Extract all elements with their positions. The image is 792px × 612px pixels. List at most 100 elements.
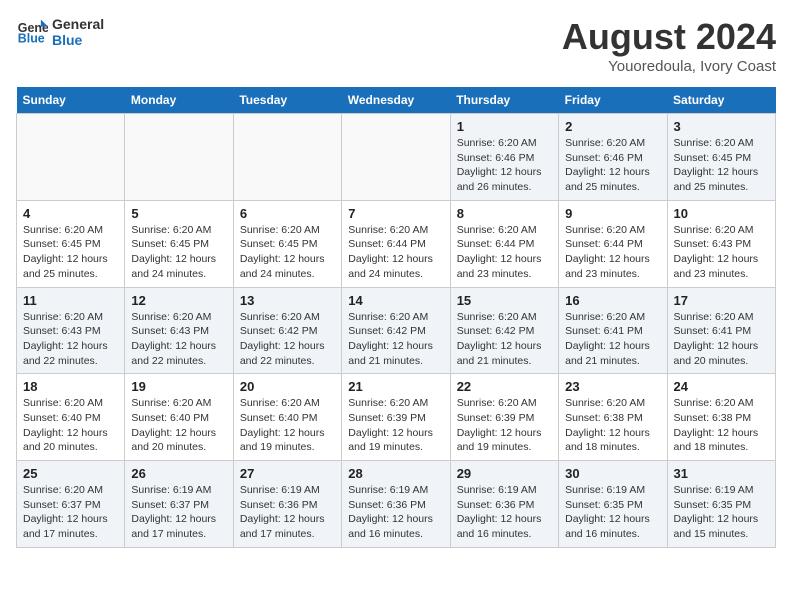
calendar-cell xyxy=(17,114,125,201)
day-info: Sunrise: 6:20 AM Sunset: 6:40 PM Dayligh… xyxy=(23,396,118,455)
day-number: 16 xyxy=(565,293,660,308)
calendar-week-1: 1Sunrise: 6:20 AM Sunset: 6:46 PM Daylig… xyxy=(17,114,776,201)
day-number: 7 xyxy=(348,206,443,221)
day-number: 15 xyxy=(457,293,552,308)
day-number: 18 xyxy=(23,379,118,394)
day-number: 5 xyxy=(131,206,226,221)
day-info: Sunrise: 6:20 AM Sunset: 6:41 PM Dayligh… xyxy=(674,310,769,369)
day-info: Sunrise: 6:20 AM Sunset: 6:39 PM Dayligh… xyxy=(457,396,552,455)
day-info: Sunrise: 6:20 AM Sunset: 6:42 PM Dayligh… xyxy=(457,310,552,369)
calendar-cell: 28Sunrise: 6:19 AM Sunset: 6:36 PM Dayli… xyxy=(342,461,450,548)
subtitle: Youoredoula, Ivory Coast xyxy=(562,58,776,75)
calendar-body: 1Sunrise: 6:20 AM Sunset: 6:46 PM Daylig… xyxy=(17,114,776,548)
day-number: 24 xyxy=(674,379,769,394)
calendar-cell: 23 Sunrise: 6:20 AM Sunset: 6:38 PM Dayli… xyxy=(559,374,667,461)
day-number: 9 xyxy=(565,206,660,221)
day-info: Sunrise: 6:20 AM Sunset: 6:43 PM Dayligh… xyxy=(674,223,769,282)
day-number: 11 xyxy=(23,293,118,308)
calendar-week-5: 25 Sunrise: 6:20 AM Sunset: 6:37 PM Dayli… xyxy=(17,461,776,548)
calendar-cell: 29 Sunrise: 6:19 AM Sunset: 6:36 PM Dayli… xyxy=(450,461,558,548)
day-info: Sunrise: 6:20 AM Sunset: 6:37 PM Dayligh… xyxy=(23,483,118,542)
svg-text:Blue: Blue xyxy=(18,32,45,46)
day-info: Sunrise: 6:20 AM Sunset: 6:45 PM Dayligh… xyxy=(23,223,118,282)
day-info: Sunrise: 6:20 AM Sunset: 6:42 PM Dayligh… xyxy=(348,310,443,369)
day-info: Sunrise: 6:20 AM Sunset: 6:44 PM Dayligh… xyxy=(457,223,552,282)
calendar-cell: 3 Sunrise: 6:20 AM Sunset: 6:45 PM Daylig… xyxy=(667,114,775,201)
day-number: 27 xyxy=(240,466,335,481)
day-info: Sunrise: 6:19 AM Sunset: 6:36 PM Dayligh… xyxy=(457,483,552,542)
day-info: Sunrise: 6:20 AM Sunset: 6:44 PM Dayligh… xyxy=(565,223,660,282)
calendar-cell: 8 Sunrise: 6:20 AM Sunset: 6:44 PM Daylig… xyxy=(450,200,558,287)
calendar-cell: 15 Sunrise: 6:20 AM Sunset: 6:42 PM Dayli… xyxy=(450,287,558,374)
day-info: Sunrise: 6:19 AM Sunset: 6:36 PM Dayligh… xyxy=(348,483,443,542)
day-info: Sunrise: 6:19 AM Sunset: 6:35 PM Dayligh… xyxy=(565,483,660,542)
calendar-table: SundayMondayTuesdayWednesdayThursdayFrid… xyxy=(16,87,776,548)
day-number: 19 xyxy=(131,379,226,394)
calendar-cell: 18 Sunrise: 6:20 AM Sunset: 6:40 PM Dayli… xyxy=(17,374,125,461)
calendar-week-3: 11 Sunrise: 6:20 AM Sunset: 6:43 PM Dayli… xyxy=(17,287,776,374)
day-info: Sunrise: 6:20 AM Sunset: 6:45 PM Dayligh… xyxy=(674,136,769,195)
day-number: 10 xyxy=(674,206,769,221)
calendar-week-2: 4 Sunrise: 6:20 AM Sunset: 6:45 PM Daylig… xyxy=(17,200,776,287)
calendar-cell xyxy=(233,114,341,201)
calendar-cell: 16Sunrise: 6:20 AM Sunset: 6:41 PM Dayli… xyxy=(559,287,667,374)
day-info: Sunrise: 6:20 AM Sunset: 6:43 PM Dayligh… xyxy=(23,310,118,369)
day-number: 31 xyxy=(674,466,769,481)
day-info: Sunrise: 6:20 AM Sunset: 6:46 PM Dayligh… xyxy=(565,136,660,195)
day-number: 23 xyxy=(565,379,660,394)
day-number: 22 xyxy=(457,379,552,394)
calendar-cell: 1Sunrise: 6:20 AM Sunset: 6:46 PM Daylig… xyxy=(450,114,558,201)
calendar-cell: 10 Sunrise: 6:20 AM Sunset: 6:43 PM Dayli… xyxy=(667,200,775,287)
title-block: August 2024 Youoredoula, Ivory Coast xyxy=(562,16,776,75)
calendar-cell: 22 Sunrise: 6:20 AM Sunset: 6:39 PM Dayli… xyxy=(450,374,558,461)
day-number: 20 xyxy=(240,379,335,394)
calendar-cell: 6 Sunrise: 6:20 AM Sunset: 6:45 PM Daylig… xyxy=(233,200,341,287)
day-info: Sunrise: 6:20 AM Sunset: 6:39 PM Dayligh… xyxy=(348,396,443,455)
day-info: Sunrise: 6:20 AM Sunset: 6:45 PM Dayligh… xyxy=(240,223,335,282)
calendar-cell: 4 Sunrise: 6:20 AM Sunset: 6:45 PM Daylig… xyxy=(17,200,125,287)
day-number: 4 xyxy=(23,206,118,221)
main-title: August 2024 xyxy=(562,16,776,58)
day-number: 13 xyxy=(240,293,335,308)
day-info: Sunrise: 6:19 AM Sunset: 6:35 PM Dayligh… xyxy=(674,483,769,542)
calendar-cell xyxy=(125,114,233,201)
day-number: 30 xyxy=(565,466,660,481)
day-info: Sunrise: 6:20 AM Sunset: 6:38 PM Dayligh… xyxy=(565,396,660,455)
day-info: Sunrise: 6:20 AM Sunset: 6:40 PM Dayligh… xyxy=(131,396,226,455)
day-info: Sunrise: 6:20 AM Sunset: 6:40 PM Dayligh… xyxy=(240,396,335,455)
logo-blue: Blue xyxy=(52,32,104,48)
calendar-cell: 24Sunrise: 6:20 AM Sunset: 6:38 PM Dayli… xyxy=(667,374,775,461)
calendar-cell: 2 Sunrise: 6:20 AM Sunset: 6:46 PM Daylig… xyxy=(559,114,667,201)
calendar-cell: 14Sunrise: 6:20 AM Sunset: 6:42 PM Dayli… xyxy=(342,287,450,374)
day-number: 3 xyxy=(674,119,769,134)
calendar-cell xyxy=(342,114,450,201)
calendar-cell: 13Sunrise: 6:20 AM Sunset: 6:42 PM Dayli… xyxy=(233,287,341,374)
day-info: Sunrise: 6:20 AM Sunset: 6:45 PM Dayligh… xyxy=(131,223,226,282)
day-number: 29 xyxy=(457,466,552,481)
calendar-cell: 9 Sunrise: 6:20 AM Sunset: 6:44 PM Daylig… xyxy=(559,200,667,287)
day-number: 2 xyxy=(565,119,660,134)
calendar-cell: 17 Sunrise: 6:20 AM Sunset: 6:41 PM Dayli… xyxy=(667,287,775,374)
calendar-cell: 26Sunrise: 6:19 AM Sunset: 6:37 PM Dayli… xyxy=(125,461,233,548)
header-cell-thursday: Thursday xyxy=(450,87,558,114)
calendar-cell: 20 Sunrise: 6:20 AM Sunset: 6:40 PM Dayli… xyxy=(233,374,341,461)
calendar-cell: 25 Sunrise: 6:20 AM Sunset: 6:37 PM Dayli… xyxy=(17,461,125,548)
logo-icon: General Blue xyxy=(16,16,48,48)
header-cell-saturday: Saturday xyxy=(667,87,775,114)
logo: General Blue General Blue xyxy=(16,16,104,48)
header-cell-friday: Friday xyxy=(559,87,667,114)
page-header: General Blue General Blue August 2024 Yo… xyxy=(16,16,776,75)
calendar-cell: 30 Sunrise: 6:19 AM Sunset: 6:35 PM Dayli… xyxy=(559,461,667,548)
day-number: 25 xyxy=(23,466,118,481)
day-number: 21 xyxy=(348,379,443,394)
header-cell-wednesday: Wednesday xyxy=(342,87,450,114)
day-number: 17 xyxy=(674,293,769,308)
day-number: 8 xyxy=(457,206,552,221)
logo-general: General xyxy=(52,16,104,32)
calendar-cell: 31 Sunrise: 6:19 AM Sunset: 6:35 PM Dayli… xyxy=(667,461,775,548)
day-info: Sunrise: 6:19 AM Sunset: 6:36 PM Dayligh… xyxy=(240,483,335,542)
day-number: 26 xyxy=(131,466,226,481)
calendar-header-row: SundayMondayTuesdayWednesdayThursdayFrid… xyxy=(17,87,776,114)
calendar-cell: 7Sunrise: 6:20 AM Sunset: 6:44 PM Daylig… xyxy=(342,200,450,287)
day-number: 6 xyxy=(240,206,335,221)
